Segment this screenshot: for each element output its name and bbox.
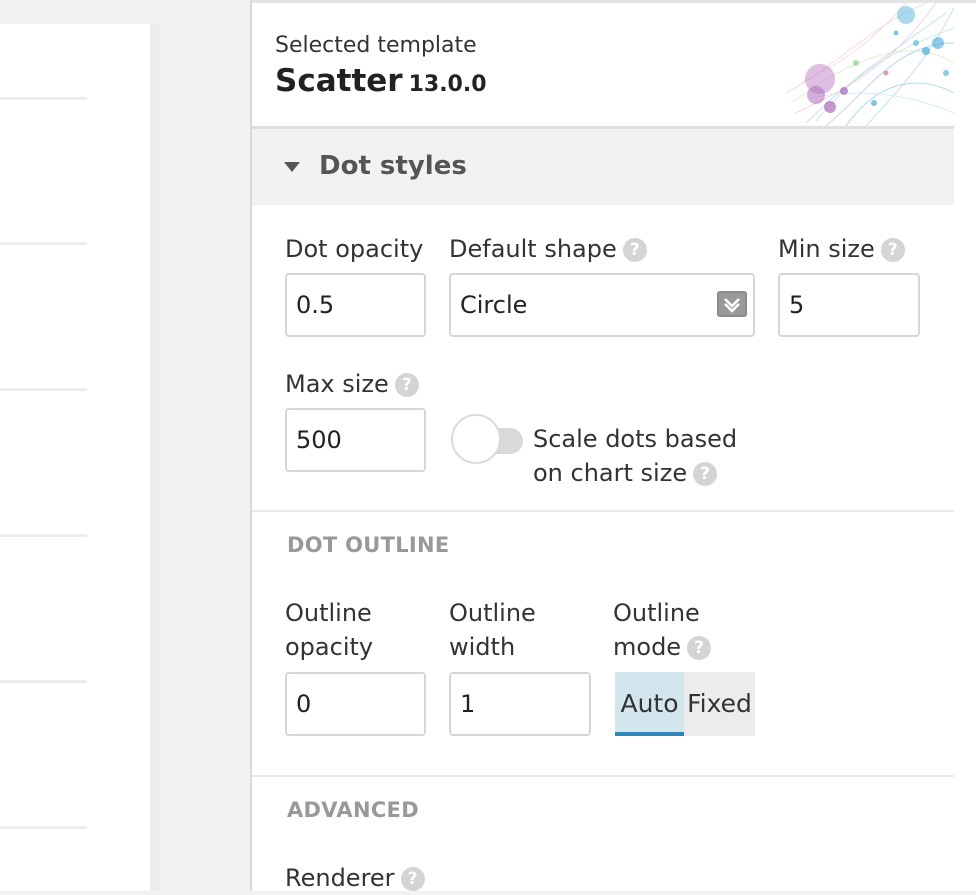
outline-mode-fixed-button[interactable]: Fixed [684,672,755,736]
settings-panel: Selected template Scatter 13.0.0 Dot sty… [250,0,976,892]
question-icon[interactable]: ? [622,238,647,262]
preview-divider [0,242,87,245]
question-icon[interactable]: ? [394,373,419,397]
template-title: Scatter 13.0.0 [275,63,487,99]
preview-scrollbar[interactable] [150,24,160,891]
question-icon[interactable]: ? [687,636,712,660]
outline-opacity-label-line1: Outline [285,599,372,627]
question-icon[interactable]: ? [693,462,718,486]
default-shape-label: Default shape? [449,232,647,266]
outline-opacity-input[interactable]: 0 [285,672,426,736]
outline-width-label-line2: width [449,633,516,661]
template-name: Scatter [275,63,403,99]
preview-card [0,24,150,891]
preview-divider [0,388,87,391]
toggle-knob [451,414,501,464]
template-version: 13.0.0 [408,72,487,97]
min-size-label: Min size? [778,232,905,266]
outline-mode-label-line1: Outline [613,599,700,627]
scale-dots-label-text: on chart size [533,459,688,487]
dot-outline-heading: DOT OUTLINE [287,533,450,557]
dot-styles-section-toggle[interactable]: Dot styles [252,129,954,205]
default-shape-value: Circle [460,291,528,319]
dot-opacity-input[interactable]: 0.5 [285,273,426,337]
dot-opacity-label: Dot opacity [285,232,423,266]
caret-down-icon [284,162,300,172]
default-shape-label-text: Default shape [449,235,617,263]
min-size-input[interactable]: 5 [778,273,920,337]
preview-divider [0,534,87,537]
template-thumbnail[interactable] [786,3,954,126]
scale-dots-toggle[interactable] [451,414,523,468]
max-size-label: Max size? [285,367,419,401]
outline-mode-auto-button[interactable]: Auto [615,672,684,736]
outline-opacity-label-line2: opacity [285,633,374,661]
chart-preview-area [0,0,250,891]
max-size-input[interactable]: 500 [285,408,426,472]
dot-styles-title: Dot styles [319,151,467,181]
scale-dots-label-line1: Scale dots based [533,425,738,453]
outline-width-label-line1: Outline [449,599,536,627]
max-size-label-text: Max size [285,370,389,398]
renderer-label: Renderer? [285,861,425,895]
outline-mode-label-text: mode [613,633,682,661]
section-divider [252,510,954,512]
question-icon[interactable]: ? [880,238,905,262]
chevron-down-icon[interactable] [717,291,747,317]
renderer-label-text: Renderer [285,864,395,892]
min-size-label-text: Min size [778,235,875,263]
preview-divider [0,826,87,829]
default-shape-select[interactable]: Circle [449,273,755,337]
outline-mode-label-line2: mode? [613,630,712,664]
selected-template-label: Selected template [275,33,477,58]
preview-divider [0,97,87,100]
template-header: Selected template Scatter 13.0.0 [252,3,954,126]
preview-divider [0,680,87,683]
outline-width-input[interactable]: 1 [449,672,591,736]
advanced-heading: ADVANCED [287,798,419,822]
dot-opacity-label-text: Dot opacity [285,235,424,263]
scale-dots-label-line2: on chart size? [533,456,718,490]
section-divider [252,775,954,777]
question-icon[interactable]: ? [400,867,425,891]
